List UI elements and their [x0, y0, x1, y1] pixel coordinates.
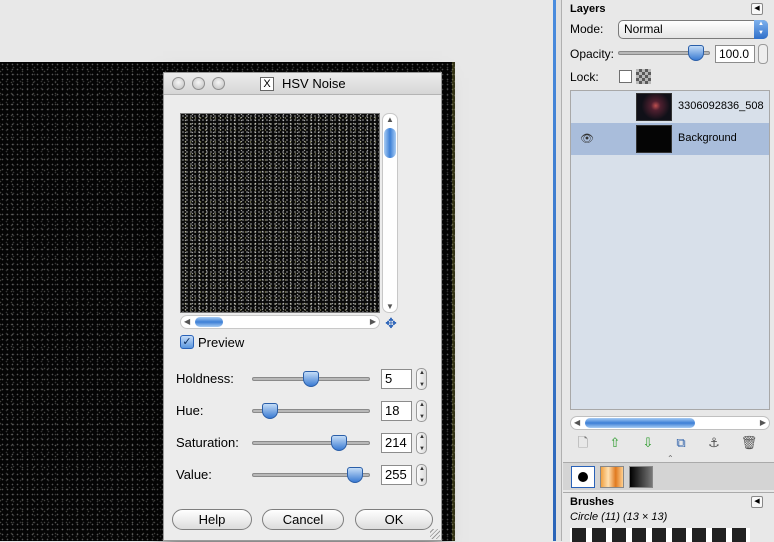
opacity-label: Opacity: — [570, 47, 615, 61]
lock-label: Lock: — [570, 70, 599, 84]
preview-horizontal-thumb[interactable] — [195, 317, 223, 327]
layer-name: Background — [678, 132, 737, 144]
brush-grid[interactable] — [570, 528, 750, 542]
holdness-field[interactable]: 5 — [381, 369, 412, 389]
hue-label: Hue: — [176, 403, 204, 418]
layer-thumbnail — [636, 93, 672, 121]
holdness-slider-thumb[interactable] — [303, 371, 319, 387]
layer-thumbnail — [636, 125, 672, 153]
preview-horizontal-scrollbar[interactable]: ◀ ▶ — [180, 315, 380, 329]
layer-name: 3306092836_508 — [678, 100, 764, 112]
dock-edge — [556, 0, 562, 541]
duplicate-icon[interactable]: ⧉ — [672, 434, 690, 452]
navigate-icon[interactable]: ✥ — [383, 315, 399, 331]
saturation-spinner[interactable]: ▲ ▼ — [416, 432, 427, 454]
saturation-slider-thumb[interactable] — [331, 435, 347, 451]
tab-gradients[interactable] — [629, 466, 653, 488]
preview-image[interactable] — [180, 113, 380, 313]
preview-vertical-thumb[interactable] — [384, 128, 396, 158]
opacity-field[interactable]: 100.0 — [715, 45, 755, 63]
layer-toolbar: 🗋 ⇧ ⇩ ⧉ ⚓ 🗑 — [570, 432, 770, 454]
hue-spinner[interactable]: ▲ ▼ — [416, 400, 427, 422]
opacity-spinner[interactable] — [758, 44, 768, 64]
opacity-slider-thumb[interactable] — [688, 45, 704, 61]
dialog-title: HSV Noise — [282, 76, 346, 91]
zoom-icon[interactable] — [212, 77, 225, 90]
minimize-icon[interactable] — [192, 77, 205, 90]
layers-title: Layers — [570, 3, 606, 15]
raise-icon[interactable]: ⇧ — [606, 434, 624, 452]
tab-patterns[interactable] — [600, 466, 624, 488]
value-slider-thumb[interactable] — [347, 467, 363, 483]
scroll-left-icon[interactable]: ◀ — [184, 317, 190, 326]
saturation-slider[interactable] — [252, 435, 370, 451]
close-icon[interactable] — [172, 77, 185, 90]
hsv-noise-dialog: X HSV Noise ▲ ▼ ◀ ▶ ✥ ✓ Preview Holdness… — [163, 72, 442, 541]
dialog-titlebar[interactable]: X HSV Noise — [164, 73, 441, 95]
mode-select[interactable]: Normal ▲ ▼ — [618, 20, 768, 39]
saturation-label: Saturation: — [176, 435, 239, 450]
preview-label[interactable]: Preview — [198, 335, 244, 350]
holdness-slider[interactable] — [252, 371, 370, 387]
canvas-border — [452, 62, 455, 541]
hue-slider-thumb[interactable] — [262, 403, 278, 419]
tab-brushes[interactable] — [571, 466, 595, 488]
ok-button[interactable]: OK — [355, 509, 433, 530]
scroll-up-icon[interactable]: ▲ — [386, 115, 394, 124]
hue-slider[interactable] — [252, 403, 370, 419]
value-spinner[interactable]: ▲ ▼ — [416, 464, 427, 486]
eye-icon[interactable]: 👁 — [580, 132, 594, 146]
panel-menu-icon[interactable]: ◀ — [751, 3, 763, 15]
eye-icon[interactable] — [580, 100, 594, 114]
scroll-left-icon[interactable]: ◀ — [574, 418, 580, 427]
chevron-updown-icon[interactable]: ▲ ▼ — [754, 20, 768, 39]
layers-panel: Layers ◀ Mode: Normal ▲ ▼ Opacity: 100.0 … — [563, 0, 774, 470]
resize-grip-icon[interactable] — [430, 529, 440, 539]
lock-alpha-icon — [636, 69, 651, 84]
holdness-spinner[interactable]: ▲ ▼ — [416, 368, 427, 390]
lower-icon[interactable]: ⇩ — [639, 434, 657, 452]
preview-vertical-scrollbar[interactable]: ▲ ▼ — [382, 113, 398, 313]
layers-horizontal-scrollbar[interactable]: ◀ ▶ — [570, 416, 770, 430]
new-layer-icon[interactable]: 🗋 — [574, 434, 592, 452]
hue-field[interactable]: 18 — [381, 401, 412, 421]
scroll-right-icon[interactable]: ▶ — [370, 317, 376, 326]
mode-value: Normal — [624, 22, 663, 36]
brush-tab-icon — [578, 472, 588, 482]
anchor-icon[interactable]: ⚓ — [705, 434, 723, 452]
cancel-button[interactable]: Cancel — [262, 509, 344, 530]
holdness-label: Holdness: — [176, 371, 234, 386]
panel-menu-icon[interactable]: ◀ — [751, 496, 763, 508]
dock-tab-bar — [563, 462, 774, 490]
brushes-panel: Brushes ◀ Circle (11) (13 × 13) — [563, 492, 774, 542]
brushes-title: Brushes — [570, 496, 615, 508]
delete-icon[interactable]: 🗑 — [740, 434, 758, 452]
scroll-down-icon[interactable]: ▼ — [386, 302, 394, 311]
mode-label: Mode: — [570, 22, 604, 36]
value-slider[interactable] — [252, 467, 370, 483]
scroll-right-icon[interactable]: ▶ — [760, 418, 766, 427]
lock-checkbox[interactable] — [619, 70, 632, 83]
saturation-field[interactable]: 214 — [381, 433, 412, 453]
value-field[interactable]: 255 — [381, 465, 412, 485]
layers-scroll-thumb[interactable] — [585, 418, 695, 428]
x11-icon: X — [260, 77, 274, 91]
layers-list: 3306092836_508 👁 Background — [570, 90, 770, 410]
layer-row[interactable]: 👁 Background — [571, 123, 769, 155]
layer-row[interactable]: 3306092836_508 — [571, 91, 769, 123]
value-label: Value: — [176, 467, 212, 482]
help-button[interactable]: Help — [172, 509, 252, 530]
preview-checkbox[interactable]: ✓ — [180, 335, 194, 349]
current-brush-name: Circle (11) (13 × 13) — [570, 511, 668, 523]
opacity-slider[interactable] — [618, 45, 710, 61]
